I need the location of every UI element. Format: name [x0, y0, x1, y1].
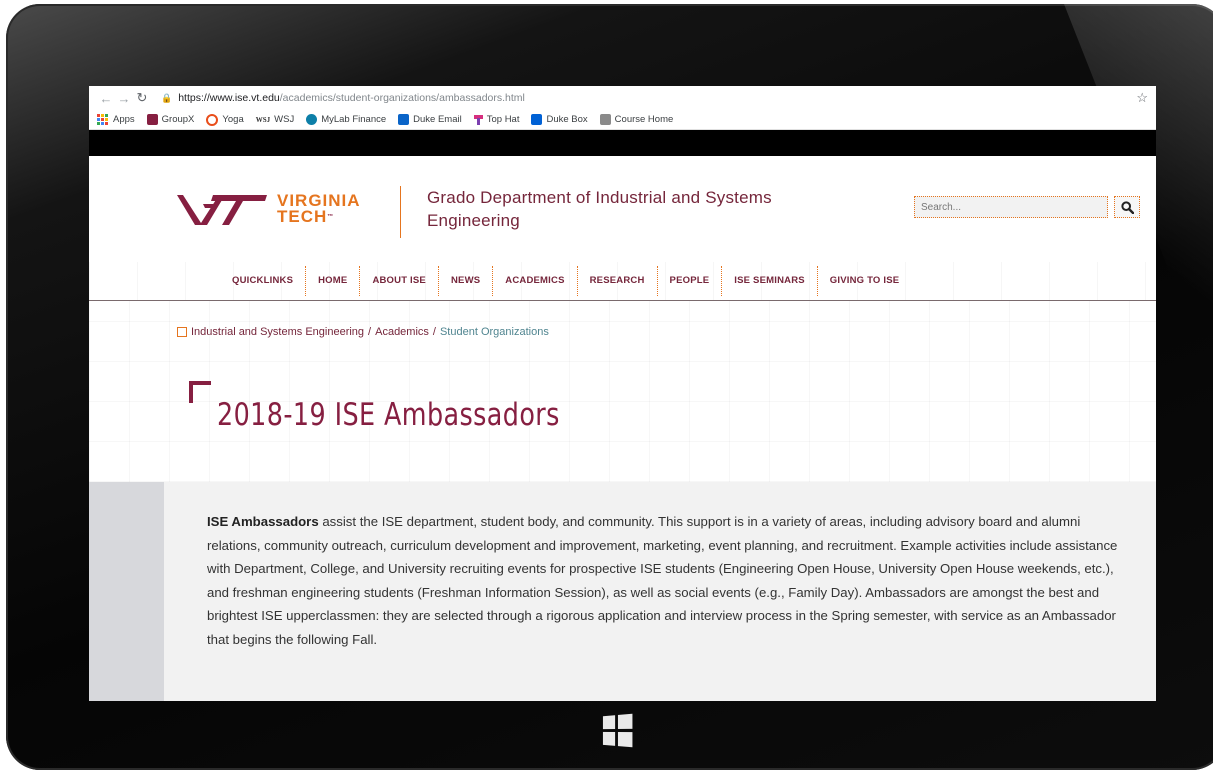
breadcrumb-link-academics[interactable]: Academics: [375, 326, 429, 338]
yoga-ring-icon: [206, 113, 219, 126]
bookmark-label: Apps: [113, 114, 135, 125]
address-bar: ← → ↻ 🔒 https://www.ise.vt.edu/academics…: [89, 86, 1156, 110]
url-host: https://www.ise.vt.edu: [178, 92, 280, 104]
nav-academics[interactable]: ACADEMICS: [493, 266, 578, 296]
box-icon: [531, 114, 543, 125]
apps-grid-icon: [97, 114, 108, 125]
side-strip: [89, 482, 164, 701]
breadcrumb-square-icon: [177, 327, 187, 337]
lock-icon: 🔒: [161, 92, 173, 103]
bookmark-star-icon[interactable]: ☆: [1136, 90, 1148, 106]
bookmark-apps[interactable]: Apps: [97, 114, 135, 125]
bookmarks-bar: Apps GroupX Yoga WSJ WSJ MyLab Finance D…: [89, 110, 1156, 130]
forward-icon[interactable]: →: [115, 91, 133, 106]
logo-tech: TECH: [277, 207, 328, 226]
bookmark-tophat[interactable]: Top Hat: [473, 114, 520, 125]
breadcrumb: Industrial and Systems Engineering / Aca…: [177, 326, 549, 338]
top-black-bar: [89, 130, 1156, 156]
nav-about-ise[interactable]: ABOUT ISE: [360, 266, 439, 296]
site-header: VIRGINIA TECH™ Grado Department of Indus…: [89, 156, 1156, 262]
bookmark-course-home[interactable]: Course Home: [599, 114, 674, 125]
bookmark-label: Duke Box: [546, 114, 588, 125]
bookmark-label: Top Hat: [486, 114, 520, 125]
intro-text: assist the ISE department, student body,…: [207, 514, 1118, 647]
nav-giving-to-ise[interactable]: GIVING TO ISE: [818, 266, 911, 296]
nav-news[interactable]: NEWS: [439, 266, 494, 296]
vt-mark-icon: [177, 195, 267, 225]
wsj-icon: WSJ: [255, 115, 271, 124]
search-button[interactable]: [1114, 196, 1140, 218]
content-header: Industrial and Systems Engineering / Aca…: [89, 301, 1156, 482]
header-divider: [400, 186, 401, 238]
content-body: ISE Ambassadors assist the ISE departmen…: [89, 482, 1156, 701]
breadcrumb-current[interactable]: Student Organizations: [440, 326, 549, 338]
bookmark-groupx[interactable]: GroupX: [146, 114, 195, 125]
breadcrumb-separator: /: [432, 326, 436, 338]
intro-bold: ISE Ambassadors: [207, 514, 319, 529]
page-title: 2018-19 ISE Ambassadors: [217, 397, 560, 433]
vt-logo[interactable]: VIRGINIA TECH™: [177, 192, 361, 226]
bookmark-duke-box[interactable]: Duke Box: [531, 114, 588, 125]
bookmark-wsj[interactable]: WSJ WSJ: [256, 114, 294, 125]
url-field[interactable]: https://www.ise.vt.edu/academics/student…: [178, 92, 525, 104]
outlook-icon: [398, 114, 410, 125]
bookmark-label: Duke Email: [413, 114, 462, 125]
reload-icon[interactable]: ↻: [133, 90, 151, 106]
back-icon[interactable]: ←: [97, 91, 115, 106]
bookmark-mylab[interactable]: MyLab Finance: [306, 114, 386, 125]
search-icon: [1120, 200, 1134, 214]
intro-paragraph: ISE Ambassadors assist the ISE departmen…: [207, 510, 1127, 651]
bookmark-label: GroupX: [161, 114, 195, 125]
nav-ise-seminars[interactable]: ISE SEMINARS: [722, 266, 818, 296]
browser-window: ← → ↻ 🔒 https://www.ise.vt.edu/academics…: [89, 86, 1156, 701]
url-path: /academics/student-organizations/ambassa…: [279, 92, 525, 104]
main-nav: QUICKLINKS HOME ABOUT ISE NEWS ACADEMICS…: [89, 262, 1156, 301]
bookmark-label: WSJ: [274, 114, 295, 125]
nav-home[interactable]: HOME: [306, 266, 361, 296]
nav-research[interactable]: RESEARCH: [578, 266, 658, 296]
bookmark-label: Yoga: [222, 114, 244, 125]
nav-people[interactable]: PEOPLE: [658, 266, 723, 296]
bookmark-label: MyLab Finance: [321, 114, 387, 125]
title-corner-accent: [189, 381, 211, 403]
pearson-icon: [306, 114, 318, 125]
bookmark-duke-email[interactable]: Duke Email: [398, 114, 462, 125]
breadcrumb-separator: /: [368, 326, 372, 338]
bookmark-label: Course Home: [614, 114, 674, 125]
search-input[interactable]: Search...: [914, 196, 1108, 218]
course-icon: [599, 114, 611, 125]
nav-quicklinks[interactable]: QUICKLINKS: [220, 266, 307, 296]
breadcrumb-link-ise[interactable]: Industrial and Systems Engineering: [191, 326, 364, 338]
vt-icon: [146, 114, 158, 125]
tophat-icon: [473, 114, 483, 125]
logo-tm: ™: [327, 214, 335, 220]
bookmark-yoga[interactable]: Yoga: [206, 113, 244, 126]
department-name[interactable]: Grado Department of Industrial and Syste…: [427, 186, 787, 232]
